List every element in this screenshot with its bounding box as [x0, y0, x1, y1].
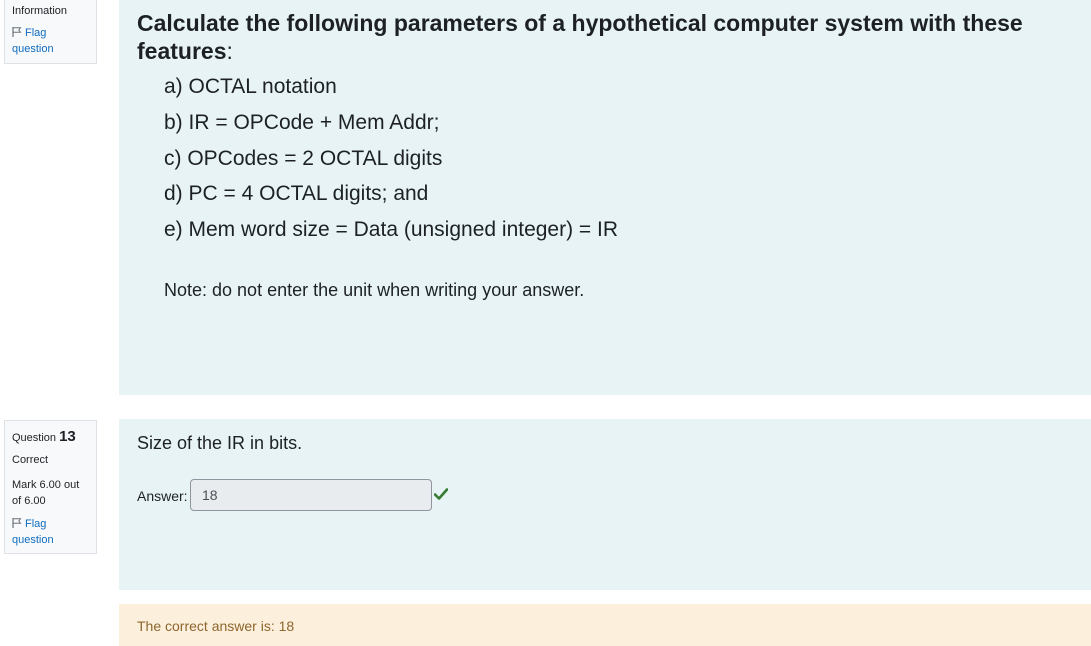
info-block: Information Flag question — [4, 0, 97, 64]
flag-label-line1: Flag — [25, 27, 47, 39]
grade-line1: Mark 6.00 out — [12, 479, 80, 491]
flag-label-line2: question — [12, 534, 54, 546]
list-item: d) PC = 4 OCTAL digits; and — [164, 182, 429, 205]
flag-question-link[interactable]: Flag question — [12, 25, 89, 57]
flag-icon — [12, 518, 22, 528]
check-icon — [434, 488, 448, 500]
question-grade: Mark 6.00 out of 6.00 — [12, 477, 89, 509]
question-label: Question — [12, 432, 57, 444]
flag-icon — [12, 27, 22, 37]
question-info-block: Question 13 Correct Mark 6.00 out of 6.0… — [4, 420, 97, 554]
question-number: Question 13 — [12, 429, 89, 446]
heading-text: Calculate the following parameters of a … — [137, 10, 1023, 64]
grade-line2: of 6.00 — [12, 495, 46, 507]
heading-colon: : — [226, 38, 233, 64]
question-content: Size of the IR in bits. Answer: 18 — [119, 419, 1091, 590]
list-item: e) Mem word size = Data (unsigned intege… — [164, 218, 619, 241]
list-item: b) IR = OPCode + Mem Addr; — [164, 111, 440, 134]
correct-answer-text: The correct answer is: 18 — [137, 618, 295, 634]
feedback-box: The correct answer is: 18 — [119, 604, 1091, 646]
information-heading: Calculate the following parameters of a … — [137, 9, 1067, 65]
answer-label: Answer: — [137, 488, 188, 504]
flag-question-link[interactable]: Flag question — [12, 516, 89, 548]
list-item: c) OPCodes = 2 OCTAL digits — [164, 147, 443, 170]
info-label: Information — [12, 5, 68, 17]
question-text: Size of the IR in bits. — [137, 433, 303, 453]
information-content: Calculate the following parameters of a … — [119, 0, 1091, 395]
list-item: a) OCTAL notation — [164, 75, 337, 98]
flag-label-line1: Flag — [25, 518, 47, 530]
answer-input[interactable]: 18 — [190, 479, 432, 511]
question-state: Correct — [12, 454, 49, 466]
flag-label-line2: question — [12, 43, 54, 55]
note-text: Note: do not enter the unit when writing… — [164, 280, 585, 300]
question-number-value: 13 — [59, 428, 76, 445]
